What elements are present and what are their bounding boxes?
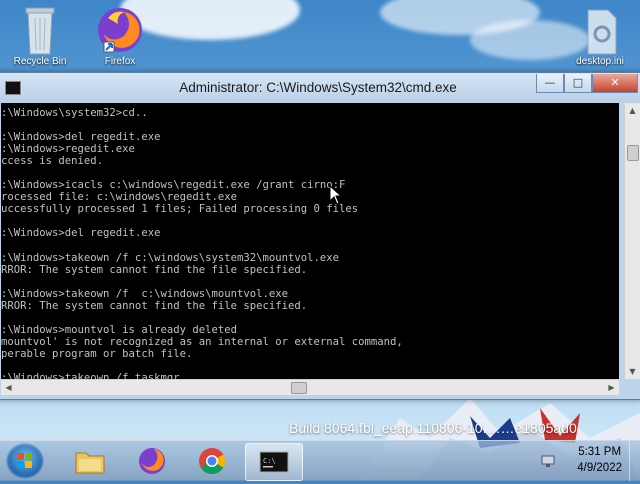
scroll-right-arrow-icon[interactable]: ▶ bbox=[604, 380, 619, 395]
scroll-up-arrow-icon[interactable]: ▲ bbox=[625, 103, 640, 118]
console-line: :\Windows\system32>cd.. bbox=[1, 107, 148, 119]
build-watermark: Build 8064.fbl_eeap.110806-10.……e1805ad0 bbox=[289, 420, 577, 436]
console-line: RROR: The system cannot find the file sp… bbox=[1, 299, 308, 312]
clock-date: 4/9/2022 bbox=[577, 462, 622, 474]
cmd-icon: C:\ bbox=[259, 451, 289, 473]
settings-file-icon bbox=[587, 9, 617, 55]
taskbar-item-chrome[interactable] bbox=[184, 443, 240, 479]
recycle-bin-icon bbox=[25, 7, 55, 55]
console-line: mountvol' is not recognized as an intern… bbox=[1, 335, 403, 348]
desktop-icon-firefox[interactable]: Firefox bbox=[84, 4, 156, 67]
maximize-button[interactable]: □ bbox=[564, 74, 592, 93]
vertical-scroll-thumb[interactable] bbox=[627, 145, 639, 161]
svg-text:C:\: C:\ bbox=[263, 457, 276, 465]
scroll-left-arrow-icon[interactable]: ◀ bbox=[1, 380, 16, 395]
console-line: :\Windows>regedit.exe bbox=[1, 143, 135, 156]
console-line: :\Windows>del regedit.exe bbox=[1, 227, 161, 240]
taskbar-item-cmd[interactable]: C:\ bbox=[245, 443, 303, 481]
taskbar-clock[interactable]: 5:31 PM 4/9/2022 bbox=[577, 444, 622, 476]
minimize-button[interactable]: — bbox=[536, 74, 564, 93]
console-output[interactable]: :\Windows\system32>cd.. :\Windows>del reg… bbox=[1, 103, 619, 379]
desktop-icon-label: Recycle Bin bbox=[13, 56, 67, 67]
caption-buttons: — □ ✕ bbox=[536, 74, 638, 93]
console-line: ccess is denied. bbox=[1, 155, 104, 168]
console-line: :\Windows>mountvol is already deleted bbox=[1, 323, 237, 336]
desktop-icon-label: Firefox bbox=[104, 56, 136, 67]
folder-icon bbox=[75, 452, 105, 474]
scroll-down-arrow-icon[interactable]: ▼ bbox=[625, 364, 640, 379]
console-text: :\Windows\system32>cd.. :\Windows>del reg… bbox=[1, 107, 403, 379]
taskbar: C:\ 5:31 PM 4/9/2022 bbox=[0, 440, 640, 481]
window-titlebar[interactable]: Administrator: C:\Windows\System32\cmd.e… bbox=[0, 73, 640, 103]
windows-logo-icon bbox=[17, 453, 32, 468]
cmd-window[interactable]: Administrator: C:\Windows\System32\cmd.e… bbox=[0, 72, 640, 400]
taskbar-item-firefox[interactable] bbox=[124, 443, 180, 479]
console-line: :\Windows>del regedit.exe bbox=[1, 131, 161, 144]
start-button[interactable] bbox=[6, 443, 44, 479]
vertical-scrollbar[interactable]: ▲ ▼ bbox=[624, 103, 640, 379]
network-icon[interactable] bbox=[540, 453, 556, 469]
taskbar-item-explorer[interactable] bbox=[62, 443, 118, 479]
console-line: :\Windows>takeown /f c:\windows\mountvol… bbox=[1, 287, 289, 300]
firefox-icon bbox=[98, 8, 142, 53]
mouse-pointer-icon bbox=[329, 185, 343, 205]
console-line: RROR: The system cannot find the file sp… bbox=[1, 263, 308, 276]
desktop-icon-label: desktop.ini bbox=[576, 56, 624, 67]
console-line: :\Windows>takeown /f taskmgr bbox=[1, 372, 180, 379]
desktop-icon-recycle-bin[interactable]: Recycle Bin bbox=[4, 4, 76, 67]
show-desktop-button[interactable] bbox=[629, 441, 640, 481]
chrome-icon bbox=[199, 448, 226, 475]
close-button[interactable]: ✕ bbox=[592, 74, 638, 93]
firefox-icon bbox=[139, 448, 165, 474]
console-line: perable program or batch file. bbox=[1, 347, 193, 360]
horizontal-scrollbar[interactable]: ◀ ▶ bbox=[1, 379, 619, 395]
clock-time: 5:31 PM bbox=[578, 446, 622, 458]
desktop-icon-desktop-ini[interactable]: desktop.ini bbox=[564, 8, 636, 67]
console-line: uccessfully processed 1 files; Failed pr… bbox=[1, 203, 359, 216]
console-line: :\Windows>takeown /f c:\windows\system32… bbox=[1, 251, 340, 264]
horizontal-scroll-thumb[interactable] bbox=[291, 382, 307, 394]
